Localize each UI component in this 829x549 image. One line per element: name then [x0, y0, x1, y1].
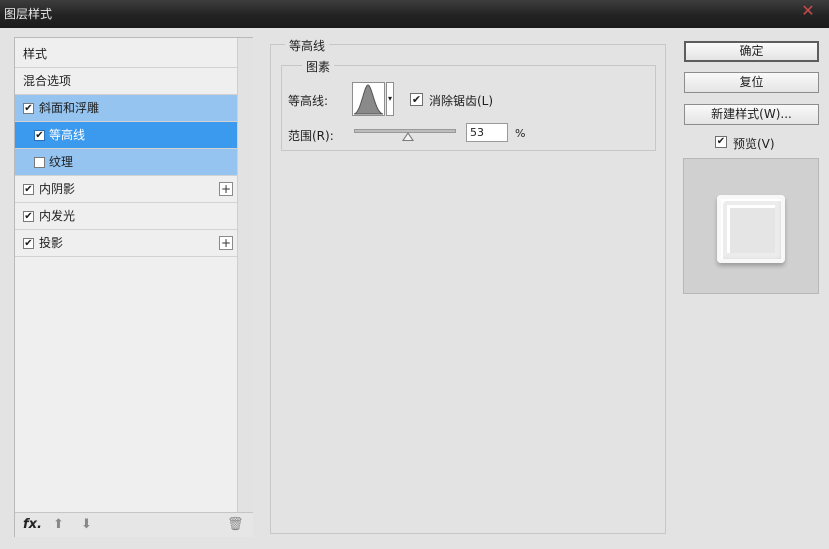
- style-item-checkbox[interactable]: ✔: [23, 103, 34, 114]
- style-item-label: 混合选项: [23, 74, 72, 88]
- close-icon[interactable]: ✕: [797, 1, 819, 21]
- preview-checkbox[interactable]: ✔: [715, 136, 727, 148]
- elements-group: 图素 等高线: ▾ ✔ 消除锯齿(L) 范围(R): 53 %: [281, 58, 656, 151]
- style-item-checkbox[interactable]: [34, 157, 45, 168]
- title-bar[interactable]: 图层样式 ✕: [0, 0, 829, 28]
- range-slider-handle[interactable]: [402, 132, 415, 141]
- fx-icon[interactable]: fx.: [23, 517, 42, 532]
- new-style-button[interactable]: 新建样式(W)...: [684, 104, 819, 125]
- style-item-checkbox[interactable]: ✔: [34, 130, 45, 141]
- preview-swatch: [717, 195, 785, 263]
- style-item-label: 内阴影: [39, 182, 76, 196]
- contour-group-title: 等高线: [285, 37, 330, 54]
- move-up-icon[interactable]: ⬆: [53, 517, 64, 532]
- ok-button[interactable]: 确定: [684, 41, 819, 62]
- styles-scrollbar[interactable]: [237, 38, 253, 512]
- styles-panel: 样式混合选项 ✔ 斜面和浮雕 ✔ 等高线纹理 ✔ 内阴影 + ✔ 内发光 ✔ 投影 + fx. ⬆ ⬇ …: [14, 37, 253, 537]
- style-item-label: 纹理: [49, 155, 74, 169]
- add-style-icon[interactable]: +: [219, 182, 233, 196]
- trash-icon[interactable]: 🗑: [227, 517, 244, 532]
- style-item-label: 斜面和浮雕: [39, 101, 100, 115]
- anti-alias-label: 消除锯齿(L): [429, 94, 494, 108]
- range-label: 范围(R):: [288, 129, 334, 143]
- preview-thumbnail: [683, 158, 819, 294]
- style-item-label: 内发光: [39, 209, 76, 223]
- elements-group-title: 图素: [302, 58, 335, 75]
- contour-settings-panel: 等高线 图素 等高线: ▾ ✔ 消除锯齿(L) 范围(R): 53 %: [270, 37, 666, 534]
- range-input[interactable]: 53: [466, 123, 508, 142]
- layer-style-dialog: 图层样式 ✕ 样式混合选项 ✔ 斜面和浮雕 ✔ 等高线纹理 ✔ 内阴影 + ✔ 内发光 ✔ 投影 + f…: [0, 0, 829, 549]
- style-item[interactable]: ✔ 内发光: [15, 203, 237, 230]
- move-down-icon[interactable]: ⬇: [81, 517, 92, 532]
- style-item-label: 投影: [39, 236, 64, 250]
- style-item[interactable]: ✔ 斜面和浮雕: [15, 95, 237, 122]
- style-item-label: 样式: [23, 47, 48, 61]
- anti-alias-checkbox[interactable]: ✔: [410, 93, 423, 106]
- style-item[interactable]: ✔ 等高线: [15, 122, 237, 149]
- style-item-label: 等高线: [49, 128, 86, 142]
- add-style-icon[interactable]: +: [219, 236, 233, 250]
- contour-curve-icon: [353, 84, 384, 115]
- style-item-checkbox[interactable]: ✔: [23, 184, 34, 195]
- style-item-checkbox[interactable]: ✔: [23, 211, 34, 222]
- range-unit: %: [515, 127, 526, 140]
- style-item[interactable]: 混合选项: [15, 68, 237, 95]
- style-item[interactable]: 纹理: [15, 149, 237, 176]
- style-item[interactable]: ✔ 内阴影 +: [15, 176, 237, 203]
- style-item[interactable]: ✔ 投影 +: [15, 230, 237, 257]
- contour-dropdown-arrow[interactable]: ▾: [386, 82, 394, 116]
- window-title: 图层样式: [4, 7, 53, 21]
- preview-label: 预览(V): [733, 137, 775, 151]
- styles-footer: fx. ⬆ ⬇ 🗑: [15, 512, 253, 537]
- reset-button[interactable]: 复位: [684, 72, 819, 93]
- preview-swatch-inner: [727, 205, 775, 253]
- styles-list: 样式混合选项 ✔ 斜面和浮雕 ✔ 等高线纹理 ✔ 内阴影 + ✔ 内发光 ✔ 投影 +: [15, 38, 237, 512]
- contour-label: 等高线:: [288, 94, 329, 108]
- contour-picker[interactable]: [352, 82, 385, 116]
- style-item-checkbox[interactable]: ✔: [23, 238, 34, 249]
- style-item[interactable]: 样式: [15, 41, 237, 68]
